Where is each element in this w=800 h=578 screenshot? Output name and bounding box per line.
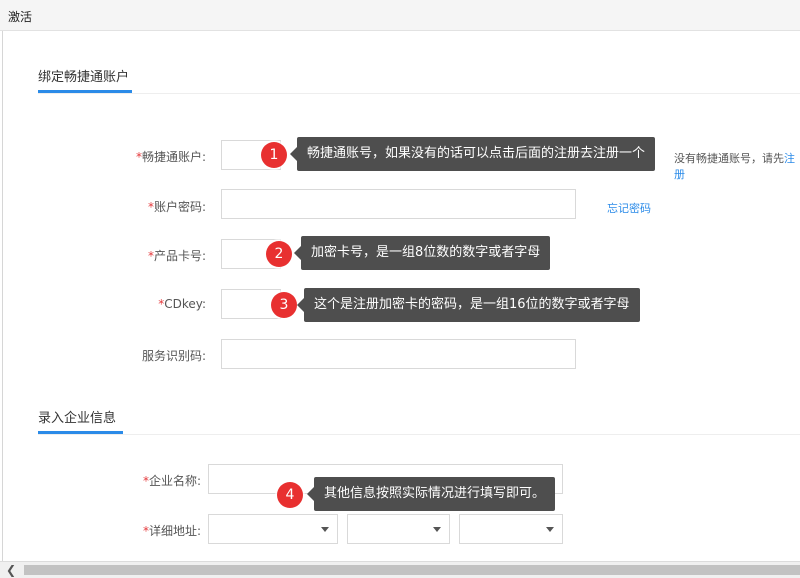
window-title: 激活	[8, 10, 33, 24]
scrollbar-thumb[interactable]	[24, 565, 800, 575]
caret-down-icon	[321, 527, 329, 532]
caret-down-icon	[433, 527, 441, 532]
window-titlebar: 激活	[0, 0, 800, 31]
section-divider	[38, 93, 800, 94]
tip-number-badge: 2	[266, 241, 292, 267]
service-code-input[interactable]	[221, 339, 576, 369]
tip-bubble-other-info: 其他信息按照实际情况进行填写即可。	[307, 477, 556, 511]
account-hint: 没有畅捷通账号，请先注册	[674, 152, 795, 181]
horizontal-scrollbar[interactable]: ❮	[0, 561, 800, 578]
tip-bubble-account: 畅捷通账号，如果没有的话可以点击后面的注册去注册一个	[290, 137, 656, 171]
forgot-password-link[interactable]: 忘记密码	[607, 200, 651, 216]
account-label: *畅捷通账户:	[135, 150, 206, 164]
section-title-company-info: 录入企业信息	[38, 411, 117, 426]
tip-bubble-card-number: 加密卡号，是一组8位数的数字或者字母	[294, 236, 551, 270]
province-select[interactable]	[208, 514, 338, 544]
city-select[interactable]	[347, 514, 450, 544]
tip-number-badge: 1	[261, 142, 287, 168]
section-title-bind-account: 绑定畅捷通账户	[38, 70, 130, 85]
section-divider	[38, 434, 800, 435]
password-label: *账户密码:	[147, 200, 206, 214]
cdkey-label: *CDkey:	[158, 297, 206, 311]
district-select[interactable]	[459, 514, 563, 544]
password-input[interactable]	[221, 189, 576, 219]
caret-down-icon	[546, 527, 554, 532]
tip-number-badge: 4	[277, 482, 303, 508]
service-code-label: 服务识别码:	[141, 349, 206, 363]
card-number-label: *产品卡号:	[147, 249, 206, 263]
tip-bubble-cdkey: 这个是注册加密卡的密码，是一组16位的数字或者字母	[297, 288, 640, 322]
chevron-left-icon[interactable]: ❮	[4, 564, 18, 577]
company-name-label: *企业名称:	[142, 474, 201, 488]
address-label: *详细地址:	[142, 524, 201, 538]
tip-number-badge: 3	[271, 292, 297, 318]
